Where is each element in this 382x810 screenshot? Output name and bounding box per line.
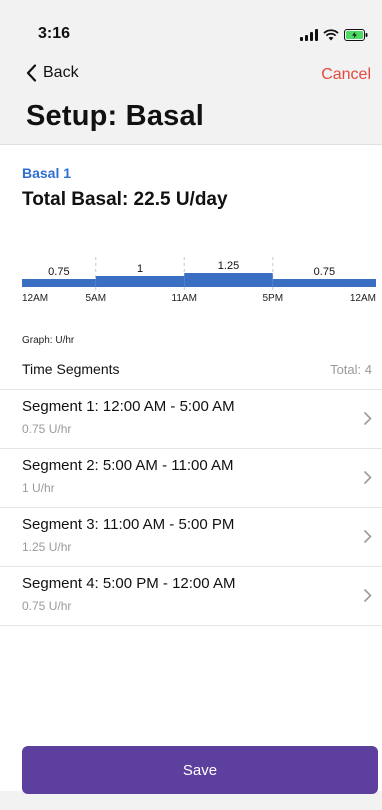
graph-bar-segment-4 [272, 279, 376, 287]
chevron-right-icon [363, 470, 372, 485]
time-segments-total: Total: 4 [330, 362, 372, 377]
segment-title: Segment 4: 5:00 PM - 12:00 AM [22, 575, 236, 592]
time-segments-header: Time Segments Total: 4 [0, 353, 382, 390]
segment-rate: 0.75 U/hr [22, 422, 72, 436]
battery-charging-icon [344, 29, 368, 41]
cancel-button[interactable]: Cancel [321, 66, 371, 84]
segment-rate: 0.75 U/hr [22, 599, 72, 613]
graph-bar-label: 1.25 [218, 260, 239, 272]
chevron-right-icon [363, 588, 372, 603]
graph-unit-label: Graph: U/hr [22, 335, 75, 346]
basal-setup-content: Basal 1 Total Basal: 22.5 U/day 0.75 1 1.2… [0, 144, 382, 791]
graph-bar-label: 0.75 [314, 266, 335, 278]
segment-row-3[interactable]: Segment 3: 11:00 AM - 5:00 PM 1.25 U/hr [0, 508, 382, 567]
page-title: Setup: Basal [26, 100, 205, 132]
back-label: Back [43, 64, 79, 81]
basal-program-name: Basal 1 [22, 165, 72, 181]
segment-row-2[interactable]: Segment 2: 5:00 AM - 11:00 AM 1 U/hr [0, 449, 382, 508]
graph-x-tick-label: 11AM [172, 293, 197, 304]
segment-rate: 1.25 U/hr [22, 540, 72, 554]
graph-bar-segment-1 [22, 279, 96, 287]
wifi-icon [323, 29, 339, 41]
status-bar: 3:16 [0, 0, 382, 56]
graph-bar-label: 0.75 [48, 266, 69, 278]
graph-x-tick-label: 12AM [350, 293, 376, 304]
cellular-signal-icon [300, 29, 318, 41]
chevron-right-icon [363, 529, 372, 544]
basal-rate-graph: 0.75 1 1.25 0.75 12AM 5AM 11AM 5PM 12AM [22, 257, 376, 304]
segment-title: Segment 1: 12:00 AM - 5:00 AM [22, 398, 235, 415]
status-time: 3:16 [38, 25, 71, 42]
segment-list: Segment 1: 12:00 AM - 5:00 AM 0.75 U/hr … [0, 390, 382, 626]
graph-bar-segment-2 [95, 276, 185, 287]
total-basal: Total Basal: 22.5 U/day [22, 189, 228, 210]
graph-bar-segment-3 [184, 273, 273, 287]
graph-x-tick-label: 5PM [262, 293, 283, 304]
navigation-bar: Back Cancel [0, 60, 382, 90]
time-segments-title: Time Segments [22, 361, 120, 377]
segment-row-1[interactable]: Segment 1: 12:00 AM - 5:00 AM 0.75 U/hr [0, 390, 382, 449]
chevron-left-icon [26, 64, 37, 82]
graph-x-tick-label: 12AM [22, 293, 48, 304]
segment-title: Segment 2: 5:00 AM - 11:00 AM [22, 457, 234, 474]
graph-x-tick-label: 5AM [85, 293, 106, 304]
segment-row-4[interactable]: Segment 4: 5:00 PM - 12:00 AM 0.75 U/hr [0, 567, 382, 626]
graph-bar-label: 1 [137, 263, 143, 275]
save-button[interactable]: Save [22, 746, 378, 794]
status-icons [300, 27, 368, 41]
back-button[interactable]: Back [26, 64, 79, 82]
chevron-right-icon [363, 411, 372, 426]
segment-title: Segment 3: 11:00 AM - 5:00 PM [22, 516, 235, 533]
segment-rate: 1 U/hr [22, 481, 55, 495]
